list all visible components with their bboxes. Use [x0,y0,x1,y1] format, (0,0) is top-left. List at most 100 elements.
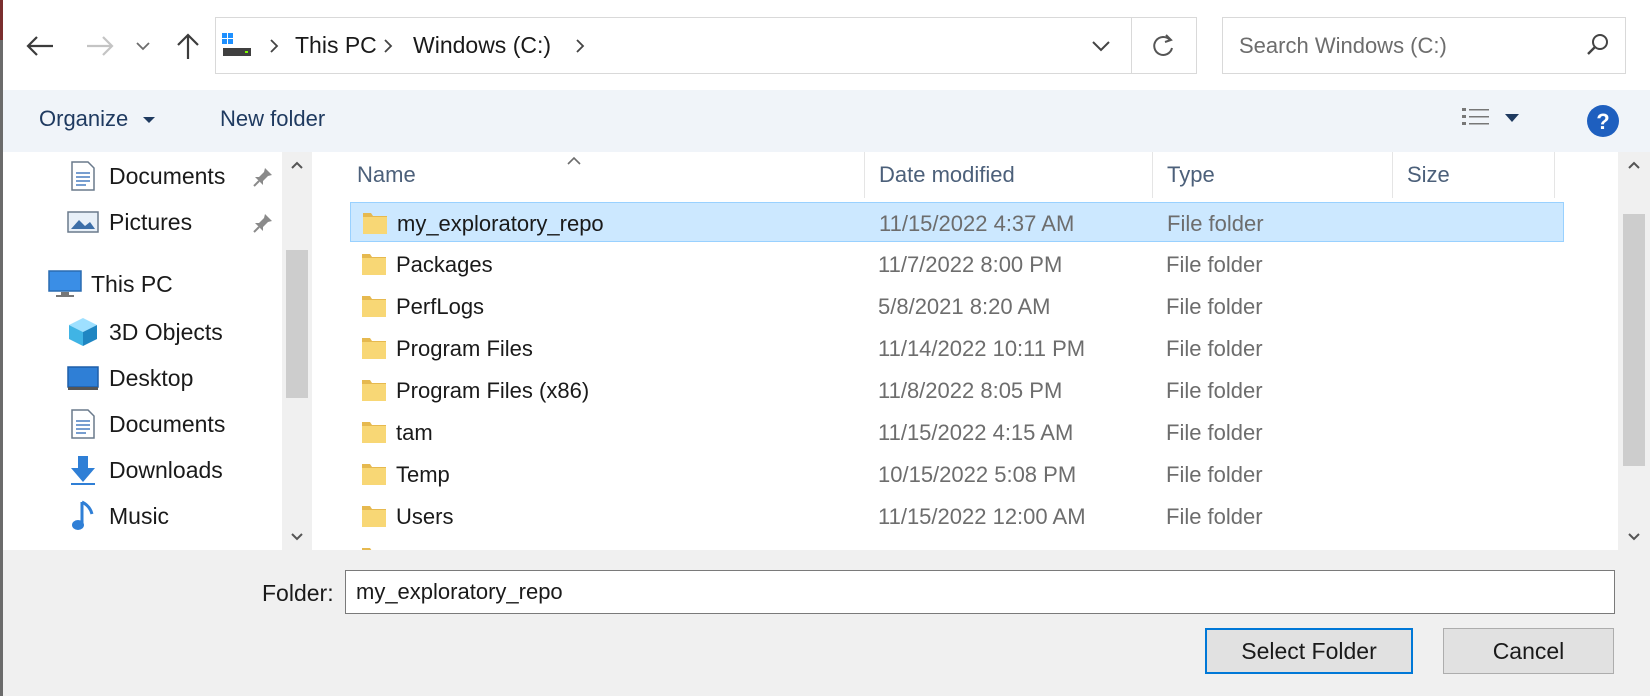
navigation-bar: This PC Windows (C:) [0,0,1650,90]
3d-objects-icon [66,316,100,348]
file-type: File folder [1166,252,1263,277]
navigation-pane: Documents Pictures This PC 3D Objects De… [0,152,312,550]
file-row[interactable]: Packages 11/7/2022 8:00 PM File folder [350,244,1564,284]
help-icon: ? [1587,105,1619,137]
file-name: PerfLogs [396,294,485,319]
folder-label: Folder: [262,580,334,606]
search-icon[interactable] [1585,32,1611,58]
scroll-down-icon[interactable] [1627,532,1641,542]
documents-icon [66,408,100,440]
nav-item-label: Documents [109,162,226,189]
column-divider[interactable] [1554,152,1555,198]
file-date-modified: 11/7/2022 8:00 PM [878,252,1063,277]
downloads-icon [66,454,100,486]
nav-item-label: Downloads [109,456,223,483]
drive-icon [221,31,253,59]
scroll-up-icon[interactable] [290,160,304,170]
arrow-up-icon [177,33,199,59]
folder-icon [360,502,388,530]
nav-item-label: Music [109,502,170,529]
breadcrumb-separator-icon [270,39,279,53]
nav-item-downloads[interactable]: Downloads [66,450,223,490]
breadcrumb-separator-icon [384,39,393,53]
dialog-footer: Folder: Select Folder Cancel [0,550,1650,696]
address-dropdown-button[interactable] [1086,32,1116,60]
nav-item-documents[interactable]: Documents [66,404,225,444]
window-edge-accent [0,0,3,40]
organize-button[interactable]: Organize [39,106,156,132]
file-name: tam [396,420,433,445]
nav-item-pictures-quick[interactable]: Pictures [66,202,192,242]
nav-item-label: Pictures [109,208,193,235]
file-name: Program Files [396,336,533,361]
file-type: File folder [1166,462,1263,487]
view-options-button[interactable] [1458,104,1520,132]
file-type: File folder [1167,211,1264,236]
file-row[interactable]: tam 11/15/2022 4:15 AM File folder [350,412,1564,452]
nav-item-label: This PC [91,270,173,297]
nav-item-music[interactable]: Music [66,496,169,536]
file-type: File folder [1166,336,1263,361]
file-date-modified: 11/8/2022 8:05 PM [878,378,1063,403]
column-divider[interactable] [1392,152,1393,198]
file-list: Name Date modified Type Size my_explorat… [318,152,1618,550]
nav-item-3d-objects[interactable]: 3D Objects [66,312,223,352]
nav-item-label: Desktop [109,364,194,391]
back-button[interactable] [22,26,58,66]
column-header-name[interactable]: Name [357,162,416,188]
file-list-scrollbar[interactable] [1618,152,1650,550]
pictures-icon [66,206,100,238]
scrollbar-thumb[interactable] [1623,214,1645,466]
column-divider[interactable] [1152,152,1153,198]
file-row[interactable]: Users 11/15/2022 12:00 AM File folder [350,496,1564,536]
nav-item-label: 3D Objects [109,318,223,345]
breadcrumb-windows-c[interactable]: Windows (C:) [413,32,551,59]
column-header-size[interactable]: Size [1407,162,1450,188]
folder-icon [360,376,388,404]
refresh-button[interactable] [1146,30,1182,62]
folder-icon [360,250,388,278]
file-row[interactable]: my_exploratory_repo 11/15/2022 4:37 AM Fil… [350,202,1564,242]
sort-ascending-icon [567,156,581,165]
scroll-down-icon[interactable] [290,532,304,542]
help-button[interactable]: ? [1586,104,1620,138]
file-row[interactable]: Program Files (x86) 11/8/2022 8:05 PM File… [350,370,1564,410]
file-row[interactable]: Windows11/8/2022 3:33 AMFile folder [350,538,1564,550]
file-date-modified: 11/14/2022 10:11 PM [878,336,1086,361]
file-row[interactable]: Temp 10/15/2022 5:08 PM File folder [350,454,1564,494]
window-edge [0,0,3,696]
nav-item-documents-quick[interactable]: Documents [66,156,225,196]
column-header-date-modified[interactable]: Date modified [879,162,1015,188]
folder-name-input[interactable] [345,570,1615,614]
scroll-up-icon[interactable] [1627,160,1641,170]
file-type: File folder [1166,504,1263,529]
nav-item-this-pc[interactable]: This PC [48,264,173,304]
up-button[interactable] [170,26,206,66]
file-date-modified: 10/15/2022 5:08 PM [878,462,1077,487]
recent-locations-button[interactable] [130,26,156,66]
forward-button[interactable] [82,26,118,66]
scrollbar-thumb[interactable] [286,250,308,398]
select-folder-button[interactable]: Select Folder [1205,628,1413,674]
column-divider[interactable] [864,152,865,198]
file-row[interactable]: PerfLogs 5/8/2021 8:20 AM File folder [350,286,1564,326]
pin-icon [252,166,274,188]
documents-icon [66,160,100,192]
search-input[interactable] [1237,30,1581,62]
file-date-modified: 11/15/2022 4:37 AM [879,211,1075,236]
nav-pane-scrollbar[interactable] [282,152,312,550]
search-box[interactable] [1222,17,1626,74]
file-name: Packages [396,252,493,277]
arrow-left-icon [26,36,53,56]
cancel-button[interactable]: Cancel [1443,628,1614,674]
address-bar[interactable]: This PC Windows (C:) [215,17,1197,74]
file-row[interactable]: Program Files 11/14/2022 10:11 PM File fol… [350,328,1564,368]
file-type: File folder [1166,294,1263,319]
breadcrumb-this-pc[interactable]: This PC [295,32,377,59]
nav-item-desktop[interactable]: Desktop [66,358,193,398]
refresh-icon [1153,34,1173,56]
chevron-down-icon [1092,41,1110,52]
new-folder-button[interactable]: New folder [220,106,325,132]
folder-icon [360,460,388,488]
column-header-type[interactable]: Type [1167,162,1215,188]
